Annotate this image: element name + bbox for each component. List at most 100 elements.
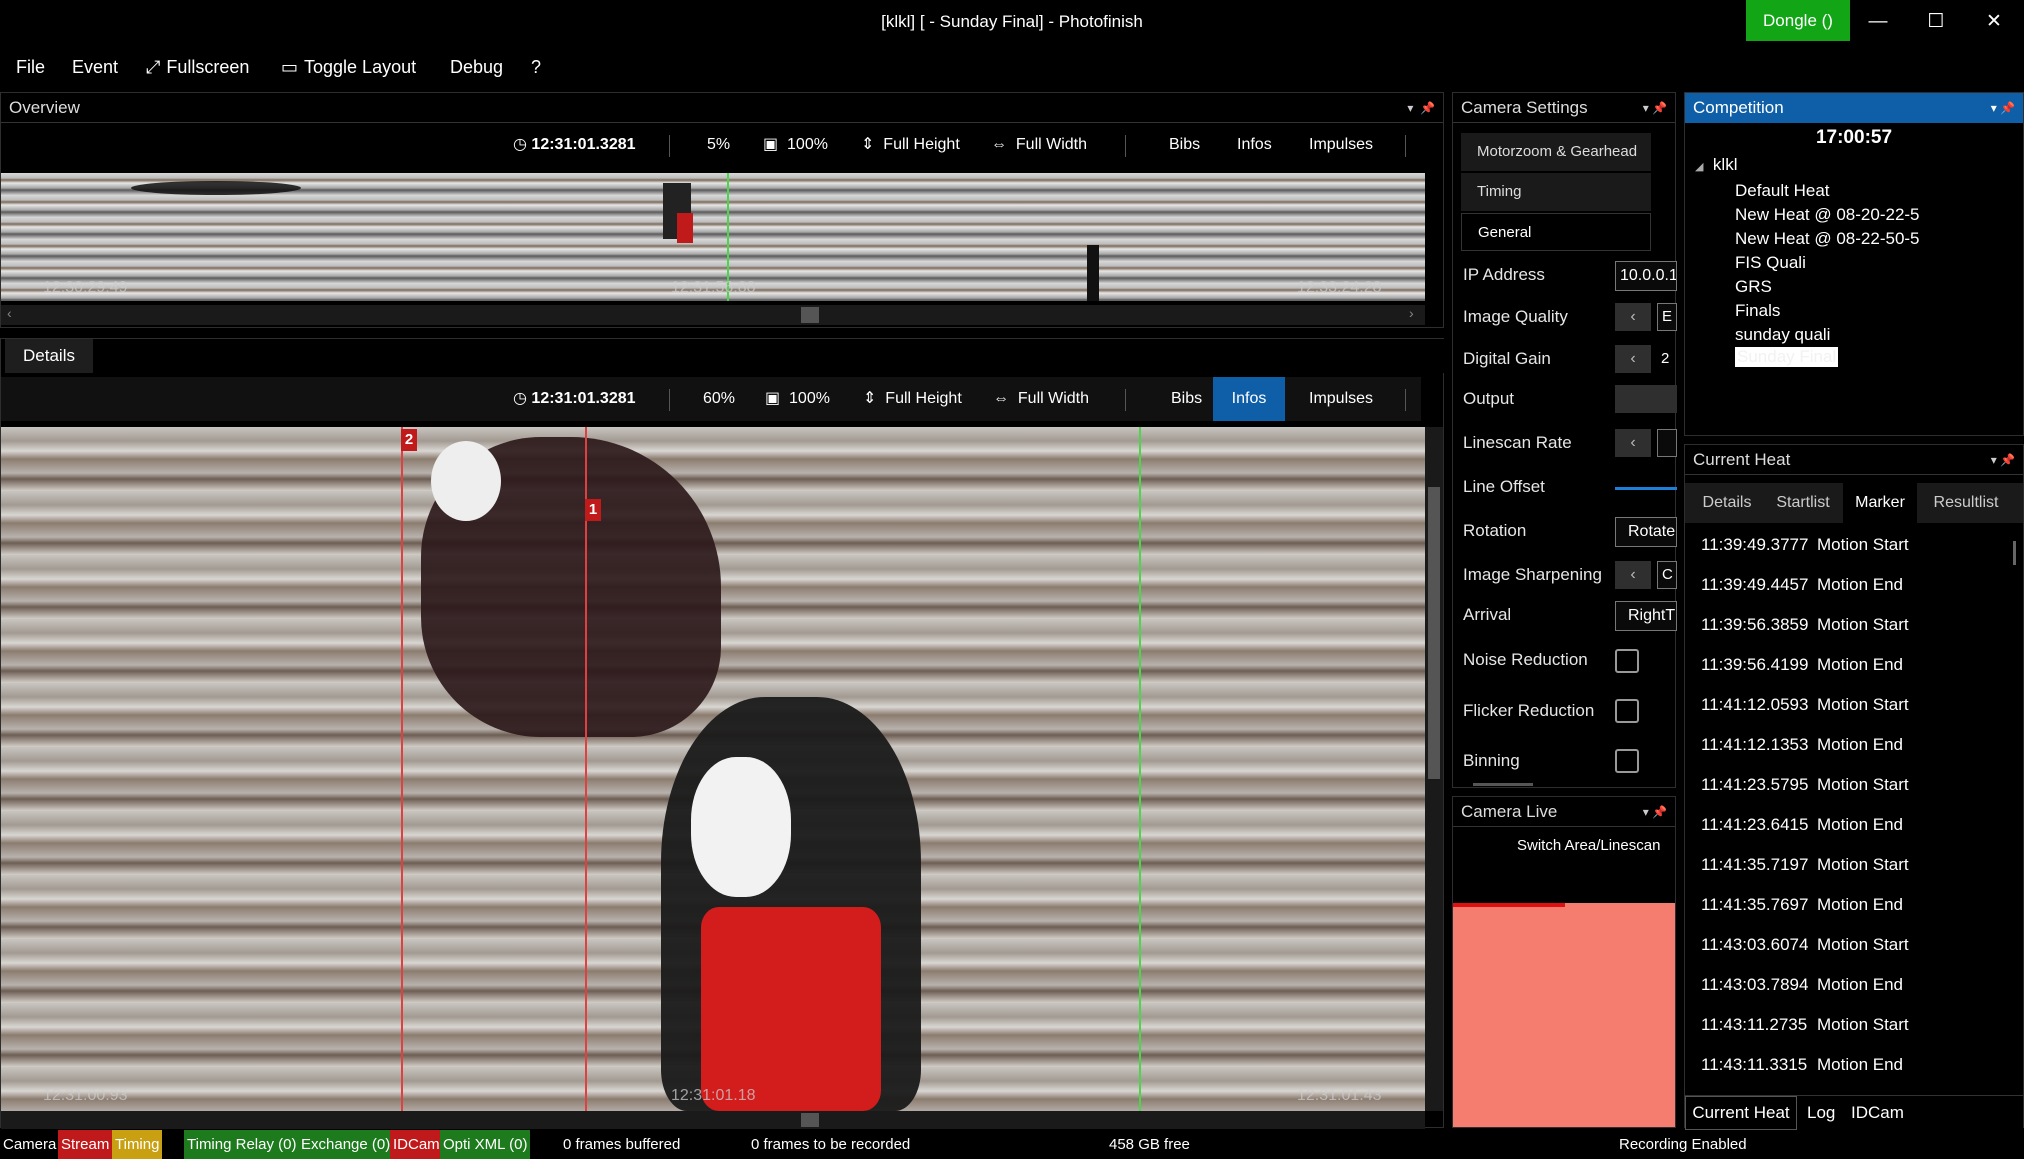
full-height-icon: ⇕ [861, 136, 875, 153]
details-bibs-button[interactable]: Bibs [1171, 377, 1202, 421]
marker-list-scroll-thumb[interactable] [2013, 541, 2016, 565]
image-sharpening-value[interactable]: C [1657, 561, 1677, 589]
overview-full-width[interactable]: ⇔ Full Width [991, 123, 1087, 167]
marker-line-2[interactable] [401, 427, 403, 1111]
tab-log[interactable]: Log [1807, 1096, 1835, 1130]
arrival-select[interactable]: RightT [1615, 601, 1677, 631]
image-quality-prev[interactable]: ‹ [1615, 303, 1651, 331]
menu-debug[interactable]: Debug [450, 50, 503, 84]
overview-bibs-button[interactable]: Bibs [1169, 123, 1200, 167]
tab-current-heat[interactable]: Current Heat [1685, 1096, 1797, 1130]
clock-icon: ◷ [513, 390, 527, 407]
status-opti-xml: Opti XML (0) [440, 1130, 531, 1159]
tab-general[interactable]: General [1461, 213, 1651, 251]
details-full-width[interactable]: ⇔ Full Width [993, 377, 1089, 421]
tree-item[interactable]: Default Heat [1735, 181, 1830, 201]
marker-event: Motion Start [1817, 855, 1909, 874]
details-infos-button[interactable]: Infos [1213, 377, 1285, 421]
flicker-reduction-checkbox[interactable] [1615, 699, 1639, 723]
overview-panel: Overview ▾ 📌 ◷ 12:31:01.3281 5% ▣ 100% ⇕… [0, 92, 1444, 328]
line-offset-slider[interactable] [1615, 487, 1677, 490]
aspect-icon: ▣ [763, 136, 779, 153]
minimize-button[interactable]: — [1850, 0, 1906, 44]
separator [1125, 389, 1126, 411]
scroll-left-icon[interactable]: ‹ [7, 305, 12, 321]
tab-heat-details[interactable]: Details [1693, 483, 1761, 523]
details-zoom[interactable]: 60% [703, 377, 735, 421]
tab-idcam[interactable]: IDCam [1851, 1096, 1904, 1130]
tree-expand-icon[interactable]: ◢ [1695, 161, 1703, 173]
details-vscrollbar[interactable] [1425, 427, 1443, 1111]
tree-item[interactable]: GRS [1735, 277, 1772, 297]
overview-image[interactable]: 12:30:29.49 12:31:56.88 12:33:24.28 [1, 173, 1425, 301]
details-vscroll-thumb[interactable] [1428, 487, 1440, 779]
marker-time: 11:39:49.4457 [1701, 575, 1809, 594]
tree-item[interactable]: FIS Quali [1735, 253, 1806, 273]
tree-item-selected[interactable]: Sunday Final [1735, 347, 1839, 367]
marker-event: Motion Start [1817, 775, 1909, 794]
linescan-rate-prev[interactable]: ‹ [1615, 429, 1651, 457]
marker-line-1[interactable] [585, 427, 587, 1111]
details-hscroll-thumb[interactable] [801, 1113, 819, 1127]
digital-gain-value[interactable]: 2 [1657, 345, 1677, 373]
rotation-select[interactable]: Rotate [1615, 517, 1677, 547]
tab-marker[interactable]: Marker [1843, 483, 1917, 523]
tree-item[interactable]: New Heat @ 08-20-22-5 [1735, 205, 1920, 225]
close-button[interactable]: ✕ [1966, 0, 2022, 44]
overview-scroll-thumb[interactable] [801, 307, 819, 323]
overview-aspect[interactable]: ▣ 100% [763, 123, 828, 167]
tab-motorzoom[interactable]: Motorzoom & Gearhead [1461, 133, 1651, 171]
marker-badge-1[interactable]: 1 [585, 499, 601, 521]
panel-controls-icon[interactable]: ▾ 📌 [1643, 797, 1667, 827]
image-quality-value[interactable]: E [1657, 303, 1677, 331]
binning-checkbox[interactable] [1615, 749, 1639, 773]
menu-file[interactable]: File [16, 50, 45, 84]
binning-label: Binning [1463, 751, 1520, 770]
scroll-right-icon[interactable]: › [1409, 305, 1414, 321]
digital-gain-prev[interactable]: ‹ [1615, 345, 1651, 373]
tree-item[interactable]: sunday quali [1735, 325, 1830, 345]
camera-live-preview[interactable] [1453, 903, 1675, 1127]
tab-timing[interactable]: Timing [1461, 173, 1651, 211]
tree-root[interactable]: ◢ klkl [1695, 155, 1737, 175]
menu-fullscreen-label: Fullscreen [166, 57, 250, 77]
details-image[interactable]: 2 1 12:31:00.93 12:31:01.18 12:31:01.43 [1, 427, 1425, 1111]
status-timing-relay: Timing Relay (0) [184, 1130, 300, 1159]
tree-item[interactable]: Finals [1735, 301, 1780, 321]
menu-event[interactable]: Event [72, 50, 118, 84]
overview-zoom[interactable]: 5% [707, 123, 730, 167]
details-full-height[interactable]: ⇕ Full Height [863, 377, 962, 421]
tree-item[interactable]: New Heat @ 08-22-50-5 [1735, 229, 1920, 249]
tab-startlist[interactable]: Startlist [1765, 483, 1841, 523]
panel-controls-icon[interactable]: ▾ 📌 [1991, 93, 2015, 123]
details-impulses-button[interactable]: Impulses [1309, 377, 1373, 421]
output-select[interactable] [1615, 385, 1677, 413]
panel-controls-icon[interactable]: ▾ 📌 [1991, 445, 2015, 475]
details-time: ◷ 12:31:01.3281 [513, 390, 636, 407]
menu-fullscreen[interactable]: ⤢ Fullscreen [146, 50, 249, 84]
image-sharpening-prev[interactable]: ‹ [1615, 561, 1651, 589]
camera-settings-title: Camera Settings [1461, 98, 1588, 117]
overview-infos-button[interactable]: Infos [1237, 123, 1272, 167]
overview-full-height[interactable]: ⇕ Full Height [861, 123, 960, 167]
maximize-button[interactable]: ☐ [1908, 0, 1964, 44]
details-cursor-line[interactable] [1139, 427, 1141, 1111]
menu-help[interactable]: ? [531, 50, 541, 84]
details-tab[interactable]: Details [5, 339, 93, 373]
panel-controls-icon[interactable]: ▾ 📌 [1643, 93, 1667, 123]
settings-scroll-indicator[interactable] [1473, 783, 1533, 786]
marker-event: Motion End [1817, 1055, 1903, 1074]
details-hscrollbar[interactable] [1, 1111, 1425, 1129]
tab-resultlist[interactable]: Resultlist [1921, 483, 2011, 523]
noise-reduction-checkbox[interactable] [1615, 649, 1639, 673]
dongle-button[interactable]: Dongle () [1746, 0, 1850, 41]
linescan-rate-value[interactable] [1657, 429, 1677, 457]
marker-badge-2[interactable]: 2 [401, 429, 417, 451]
overview-impulses-button[interactable]: Impulses [1309, 123, 1373, 167]
menu-toggle-layout[interactable]: ▭ Toggle Layout [281, 50, 416, 84]
overview-scrollbar[interactable]: ‹ › [1, 305, 1425, 325]
panel-controls-icon[interactable]: ▾ 📌 [1407, 93, 1435, 123]
ip-address-input[interactable]: 10.0.0.1 [1615, 261, 1677, 291]
switch-area-linescan-button[interactable]: Switch Area/Linescan [1517, 837, 1677, 857]
details-aspect[interactable]: ▣ 100% [765, 377, 830, 421]
